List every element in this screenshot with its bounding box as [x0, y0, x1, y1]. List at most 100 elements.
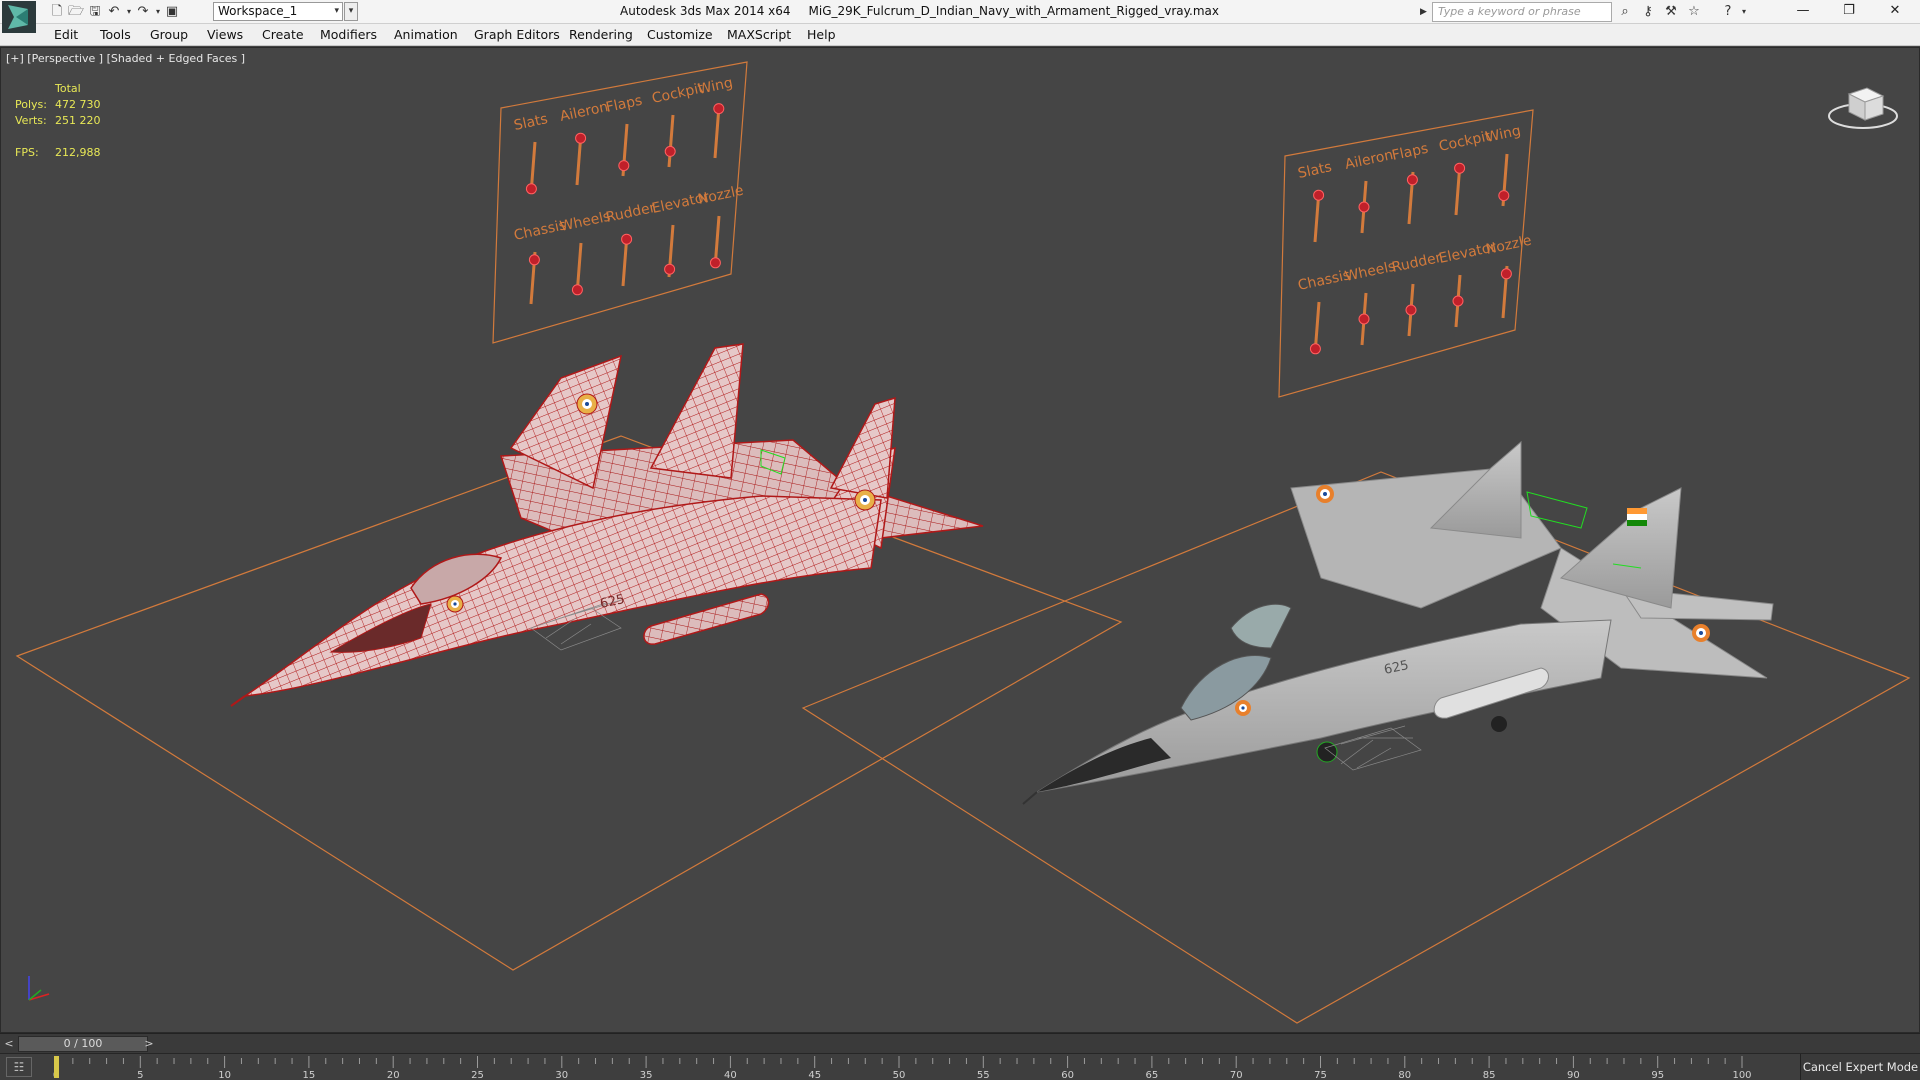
aircraft-shaded[interactable] [1022, 440, 1774, 805]
viewport-label[interactable]: [+] [Perspective ] [Shaded + Edged Faces… [6, 52, 245, 65]
ruler-label: 70 [1230, 1070, 1243, 1080]
ruler-label: 5 [137, 1070, 143, 1080]
rig-label-left-nozzle: Nozzle [697, 183, 746, 208]
chevron-down-icon: ▾ [334, 6, 339, 16]
rig-label-right-wing: Wing [1485, 123, 1523, 146]
stats-polys-value: 472 730 [55, 98, 101, 111]
ruler-label: 35 [640, 1070, 653, 1080]
search-input[interactable]: Type a keyword or phrase [1432, 2, 1612, 22]
menu-group[interactable]: Group [150, 27, 188, 42]
frame-ruler[interactable]: 0510152025303540455055606570758085909510… [40, 1054, 1780, 1080]
project-icon[interactable]: ▣ [163, 3, 181, 21]
rig-slider-knob-left-elevator[interactable] [664, 263, 676, 275]
current-frame-marker[interactable] [54, 1056, 59, 1078]
stats-fps-label: FPS: [15, 146, 39, 159]
quick-access-dropdown[interactable]: ▾ [344, 2, 358, 21]
ruler-label: 55 [977, 1070, 990, 1080]
rig-slider-knob-left-cockpit[interactable] [664, 145, 676, 157]
wrench-icon[interactable]: ⚒ [1661, 3, 1681, 21]
scene-canvas[interactable]: Slats AileronFlaps CockpitWingChassisWheel… [1, 48, 1920, 1033]
help-dropdown-icon[interactable]: ▾ [1734, 3, 1754, 21]
star-icon[interactable]: ☆ [1684, 3, 1704, 21]
rig-label-right-aileron: Aileron [1344, 147, 1395, 173]
menu-customize[interactable]: Customize [647, 27, 713, 42]
binoculars-icon[interactable]: ⌕ [1615, 3, 1635, 21]
minimize-icon[interactable]: — [1780, 0, 1826, 24]
rig-label-right-wheels: Wheels [1344, 259, 1397, 285]
chevron-left-icon[interactable]: < [2, 1036, 16, 1052]
ruler-label: 10 [218, 1070, 231, 1080]
rig-slider-knob-right-wheels[interactable] [1358, 313, 1370, 325]
search-expand-icon[interactable]: ▶ [1420, 3, 1430, 21]
menu-help[interactable]: Help [807, 27, 836, 42]
menu-rendering[interactable]: Rendering [569, 27, 633, 42]
menu-tools[interactable]: Tools [100, 27, 131, 42]
file-name: MiG_29K_Fulcrum_D_Indian_Navy_with_Armam… [808, 4, 1219, 18]
rig-slider-knob-left-wing[interactable] [713, 103, 725, 115]
rig-label-right-flaps: Flaps [1391, 141, 1430, 164]
rig-label-left-flaps: Flaps [605, 93, 644, 116]
rig-label-right-nozzle: Nozzle [1485, 233, 1534, 258]
rig-slider-knob-left-rudder[interactable] [621, 233, 633, 245]
time-slider-thumb[interactable]: 0 / 100 [18, 1036, 148, 1052]
ruler-label: 30 [555, 1070, 568, 1080]
menu-views[interactable]: Views [207, 27, 243, 42]
restore-icon[interactable]: ❐ [1826, 0, 1872, 24]
menu-maxscript[interactable]: MAXScript [727, 27, 791, 42]
rig-slider-knob-right-chassis[interactable] [1309, 343, 1321, 355]
chevron-right-icon[interactable]: > [142, 1036, 156, 1052]
ruler-label: 20 [387, 1070, 400, 1080]
window-title: Autodesk 3ds Max 2014 x64 MiG_29K_Fulcrum… [620, 4, 1219, 18]
rig-slider-knob-left-aileron[interactable] [575, 132, 587, 144]
cancel-expert-mode-button[interactable]: Cancel Expert Mode [1800, 1054, 1920, 1080]
ruler-label: 25 [471, 1070, 484, 1080]
menu-bar: Edit Tools Group Views Create Modifiers … [0, 24, 1920, 46]
rig-slider-track-left-cockpit[interactable] [667, 114, 675, 168]
rig-slider-knob-left-chassis[interactable] [528, 254, 540, 266]
menu-edit[interactable]: Edit [54, 27, 78, 42]
rig-slider-knob-right-rudder[interactable] [1405, 304, 1417, 316]
app-name: Autodesk 3ds Max 2014 x64 [620, 4, 791, 18]
rig-slider-knob-right-wing[interactable] [1498, 190, 1510, 202]
ruler-label: 85 [1483, 1070, 1496, 1080]
menu-graph-editors[interactable]: Graph Editors [474, 27, 560, 42]
open-file-icon[interactable]: 🗁 [67, 3, 85, 21]
time-slider[interactable]: < 0 / 100 > [0, 1033, 1920, 1053]
workspace-select[interactable]: Workspace_1 ▾ [213, 2, 343, 21]
save-icon[interactable]: 🖫 [86, 3, 104, 21]
aircraft-wireframe[interactable] [230, 343, 984, 707]
stats-verts-value: 251 220 [55, 114, 101, 127]
menu-animation[interactable]: Animation [394, 27, 458, 42]
ruler-label: 65 [1146, 1070, 1159, 1080]
rig-label-right-rudder: Rudder [1391, 250, 1444, 276]
axis-tripod-icon [28, 976, 50, 1001]
rig-slider-knob-right-elevator[interactable] [1452, 295, 1464, 307]
rig-slider-knob-left-wheels[interactable] [571, 284, 583, 296]
app-logo-icon [8, 5, 28, 29]
app-menu-button[interactable] [2, 1, 36, 33]
key-icon[interactable]: ⚷ [1638, 3, 1658, 21]
close-icon[interactable]: ✕ [1872, 0, 1918, 24]
track-bar[interactable]: ☷ 05101520253035404550556065707580859095… [0, 1053, 1920, 1080]
rig-slider-knob-left-nozzle[interactable] [709, 257, 721, 269]
rig-slider-knob-right-cockpit[interactable] [1454, 162, 1466, 174]
stats-fps-value: 212,988 [55, 146, 101, 159]
menu-create[interactable]: Create [262, 27, 304, 42]
curve-editor-icon[interactable]: ☷ [6, 1057, 32, 1077]
rig-label-left-slats: Slats [513, 111, 550, 134]
rig-slider-knob-right-slats[interactable] [1313, 189, 1325, 201]
rig-slider-knob-right-nozzle[interactable] [1500, 268, 1512, 280]
rig-slider-knob-left-flaps[interactable] [618, 160, 630, 172]
rig-slider-knob-right-flaps[interactable] [1406, 174, 1418, 186]
rig-slider-knob-right-aileron[interactable] [1358, 201, 1370, 213]
viewcube-icon[interactable] [1828, 87, 1898, 129]
new-file-icon[interactable]: 🗋 [48, 3, 66, 21]
ruler-label: 95 [1651, 1070, 1664, 1080]
search-placeholder: Type a keyword or phrase [1438, 5, 1581, 18]
perspective-viewport[interactable]: Slats Aileron Flaps Cockpit Wing Chassis Wheel… [0, 47, 1920, 1033]
ruler-label: 50 [893, 1070, 906, 1080]
rig-slider-knob-left-slats[interactable] [525, 183, 537, 195]
stats-verts-label: Verts: [15, 114, 47, 127]
menu-modifiers[interactable]: Modifiers [320, 27, 377, 42]
rig-label-left-wheels: Wheels [559, 209, 612, 235]
